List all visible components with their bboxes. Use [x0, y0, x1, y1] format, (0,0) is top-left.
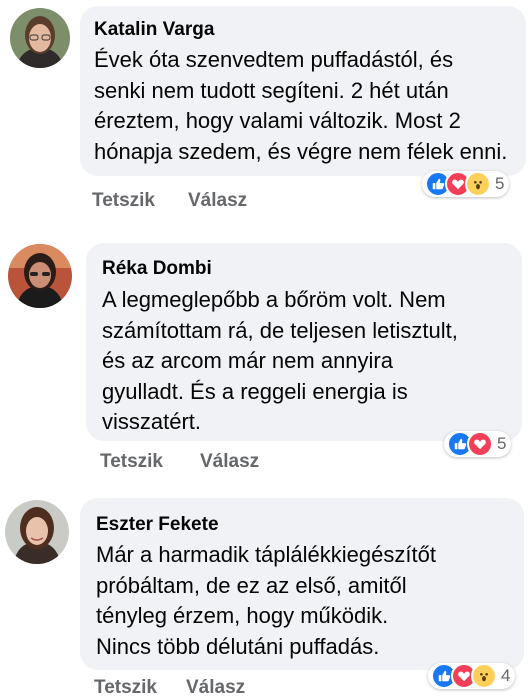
wow-icon	[471, 663, 497, 689]
love-icon	[467, 431, 493, 457]
reply-button[interactable]: Válasz	[200, 451, 259, 473]
reaction-summary[interactable]: 4	[428, 663, 516, 689]
reaction-summary[interactable]: 5	[444, 431, 512, 457]
avatar[interactable]	[5, 500, 69, 564]
avatar-photo	[5, 500, 69, 564]
comment-author[interactable]: Katalin Varga	[94, 19, 214, 41]
like-button[interactable]: Tetszik	[92, 190, 155, 212]
comment-author[interactable]: Réka Dombi	[102, 258, 212, 280]
comment-author[interactable]: Eszter Fekete	[96, 514, 219, 536]
avatar[interactable]	[8, 244, 72, 308]
reply-button[interactable]: Válasz	[188, 190, 247, 212]
reply-button[interactable]: Válasz	[186, 677, 245, 699]
reaction-count: 5	[497, 434, 507, 453]
avatar-photo	[10, 8, 70, 68]
wow-icon	[465, 171, 491, 197]
reaction-count: 4	[501, 666, 511, 685]
reaction-count: 5	[495, 174, 505, 193]
avatar-photo	[8, 244, 72, 308]
avatar[interactable]	[10, 8, 70, 68]
like-button[interactable]: Tetszik	[94, 677, 157, 699]
comment-text: Már a harmadik táplálékkiegészítőt próbá…	[96, 542, 436, 659]
comment-text: A legmeglepőbb a bőröm volt. Nem számíto…	[102, 287, 458, 434]
comment-text: Évek óta szenvedtem puffadástól, és senk…	[94, 47, 508, 164]
reaction-summary[interactable]: 5	[422, 171, 510, 197]
like-button[interactable]: Tetszik	[100, 451, 163, 473]
